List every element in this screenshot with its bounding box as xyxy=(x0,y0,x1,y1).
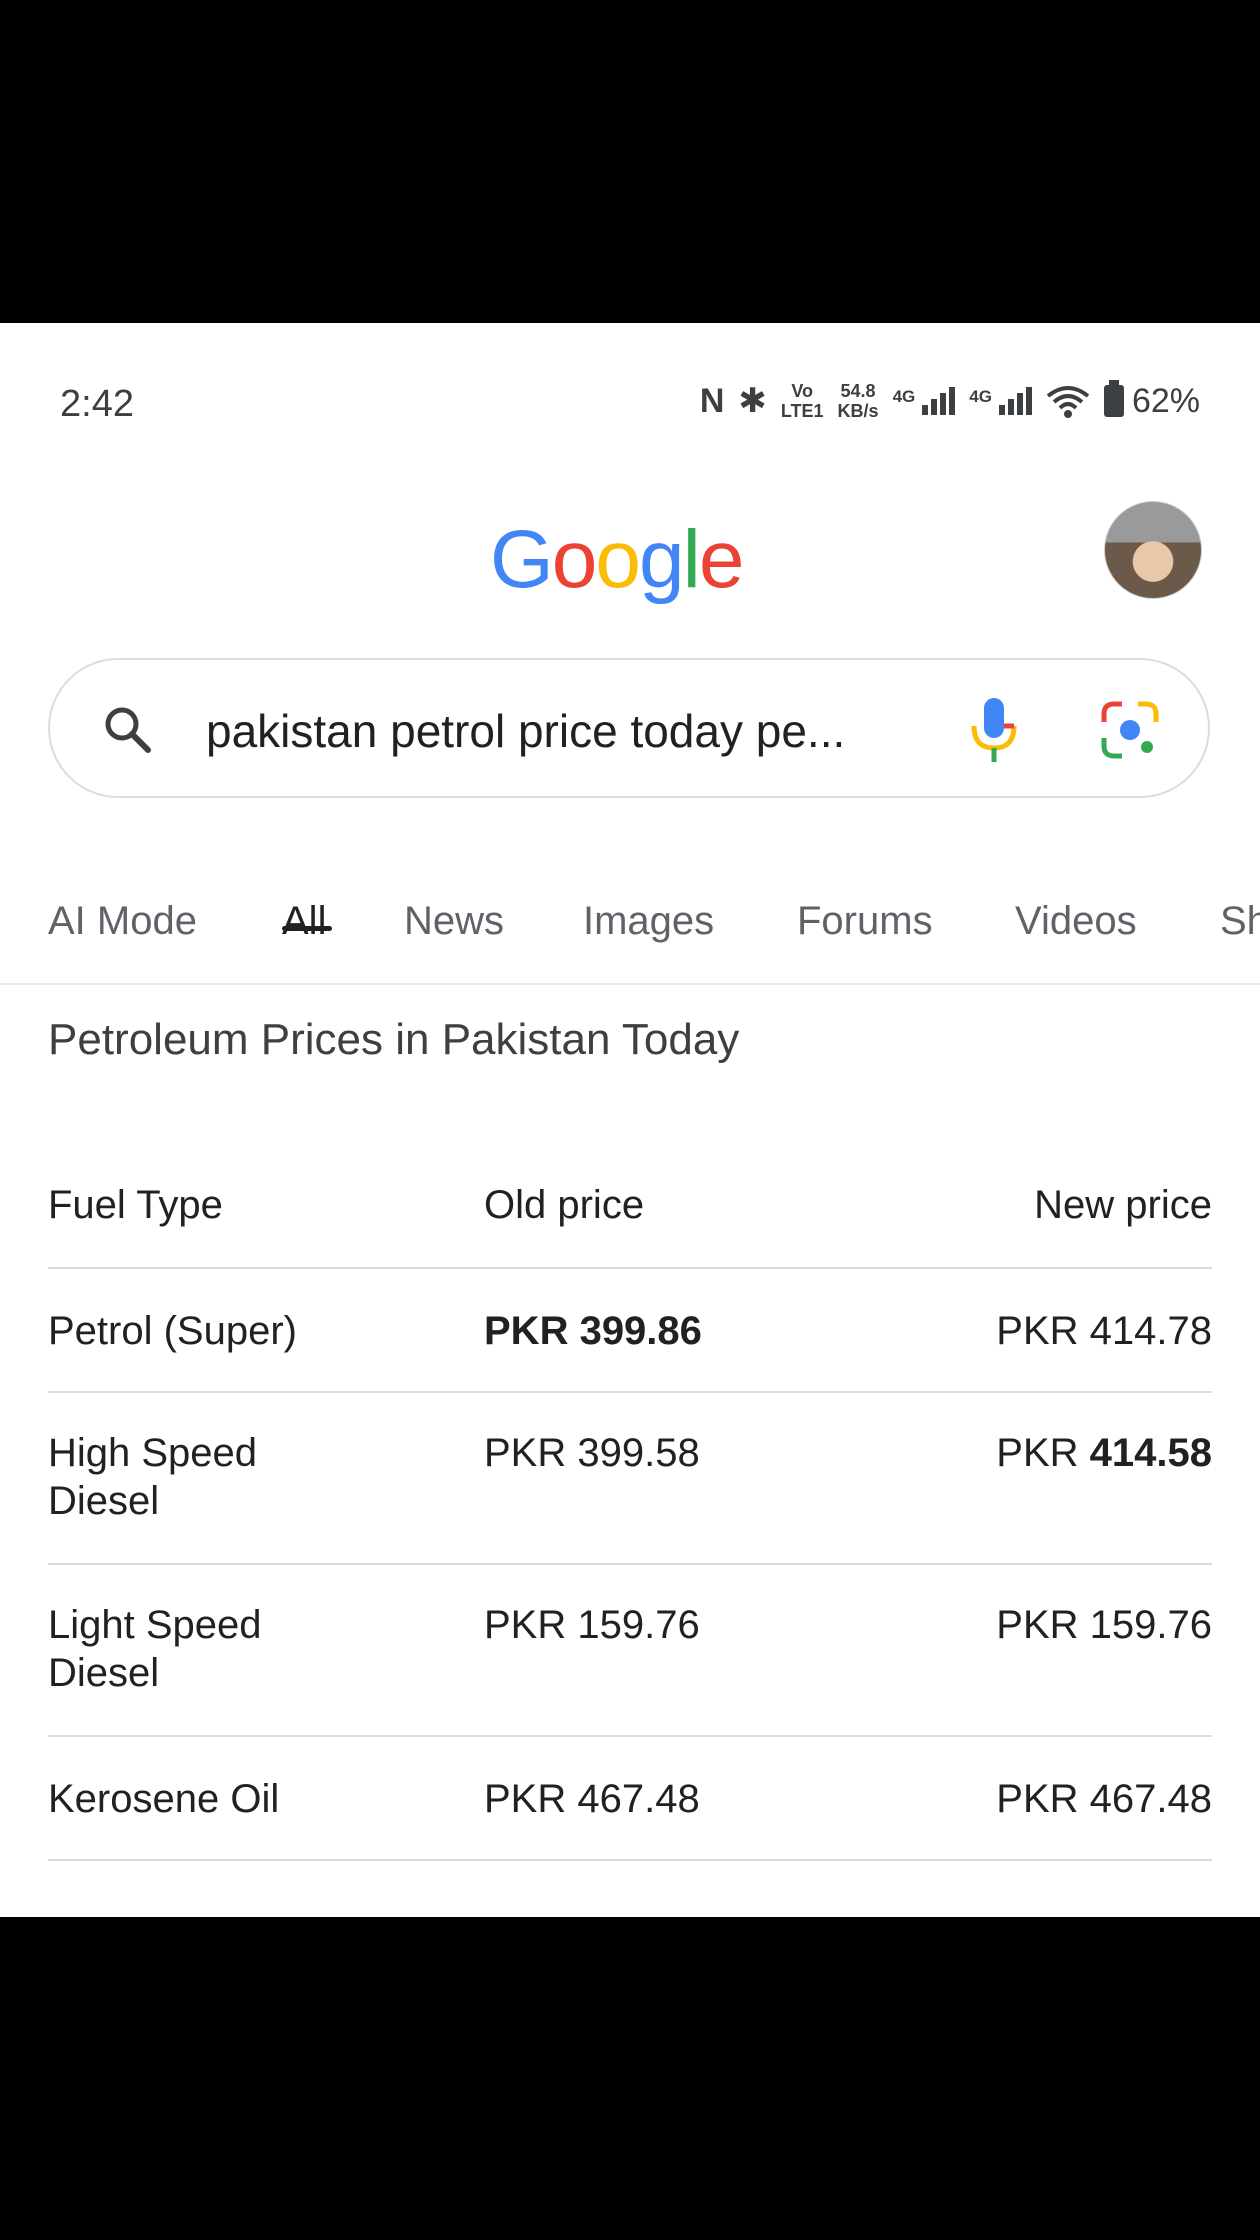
logo-letter: o xyxy=(595,514,641,605)
status-icons: N ✱ Vo LTE1 54.8 KB/s 4G 4G 62% xyxy=(699,380,1200,421)
tab-all[interactable]: All xyxy=(282,899,326,944)
network-speed: 54.8 KB/s xyxy=(838,381,879,421)
table-row: Kerosene Oil PKR 467.48 PKR 467.48 xyxy=(48,1737,1212,1861)
sim2-network-type: 4G xyxy=(969,387,992,406)
fuel-price-table: Fuel Type Old price New price Petrol (Su… xyxy=(48,1143,1212,1861)
new-price-cell: PKR 159.76 xyxy=(996,1603,1212,1647)
google-logo: Google xyxy=(490,513,745,607)
network-speed-value: 54.8 xyxy=(840,381,876,401)
signal-sim2-icon: 4G xyxy=(969,387,1032,415)
logo-letter: l xyxy=(682,514,701,605)
sim1-network-type: 4G xyxy=(892,387,916,406)
wifi-icon xyxy=(1046,386,1090,418)
fuel-type-cell: Light Speed Diesel xyxy=(48,1603,262,1695)
bluetooth-icon: ✱ xyxy=(738,382,767,420)
new-price-cell: PKR 414.58 xyxy=(996,1429,1212,1477)
tab-images[interactable]: Images xyxy=(583,899,714,944)
new-price-value: 414.58 xyxy=(1089,1431,1212,1475)
header-fuel-type: Fuel Type xyxy=(48,1183,223,1227)
new-price-cell: PKR 414.78 xyxy=(996,1309,1212,1353)
signal-sim1-icon: 4G xyxy=(893,387,956,415)
search-input[interactable]: pakistan petrol price today pe... xyxy=(206,704,845,758)
search-box[interactable]: pakistan petrol price today pe... xyxy=(48,658,1210,798)
tab-news[interactable]: News xyxy=(404,899,504,944)
table-row: High Speed Diesel PKR 399.58 PKR 414.58 xyxy=(48,1393,1212,1565)
table-row: Petrol (Super) PKR 399.86 PKR 414.78 xyxy=(48,1269,1212,1393)
phone-screen: 2:42 N ✱ Vo LTE1 54.8 KB/s 4G 4G 62% Goo… xyxy=(0,323,1260,1917)
table-header-row: Fuel Type Old price New price xyxy=(48,1143,1212,1269)
old-price-cell: PKR 399.58 xyxy=(484,1431,700,1475)
network-speed-unit: KB/s xyxy=(837,401,879,421)
volte-indicator: Vo LTE1 xyxy=(781,381,824,421)
battery-percent: 62% xyxy=(1131,381,1200,420)
active-tab-indicator xyxy=(282,926,332,931)
new-price-prefix: PKR xyxy=(996,1431,1090,1475)
fuel-type-cell: Petrol (Super) xyxy=(48,1309,297,1353)
tab-forums[interactable]: Forums xyxy=(797,899,933,944)
fuel-type-cell: High Speed Diesel xyxy=(48,1431,258,1523)
logo-letter: o xyxy=(551,514,598,605)
volte-top: Vo xyxy=(791,381,814,401)
old-price-cell: PKR 159.76 xyxy=(484,1603,700,1647)
status-time: 2:42 xyxy=(60,383,134,425)
logo-letter: e xyxy=(698,514,745,605)
tab-videos[interactable]: Videos xyxy=(1015,899,1137,944)
logo-letter: G xyxy=(490,514,554,605)
fuel-type-cell: Kerosene Oil xyxy=(48,1777,280,1821)
account-avatar[interactable] xyxy=(1104,501,1202,599)
logo-letter: g xyxy=(639,514,685,605)
nfc-icon: N xyxy=(699,381,725,420)
old-price-cell: PKR 399.86 xyxy=(484,1309,702,1353)
search-icon[interactable] xyxy=(102,704,152,754)
battery-indicator: 62% xyxy=(1103,380,1200,421)
tab-shopping[interactable]: Sh xyxy=(1220,899,1260,944)
volte-bottom: LTE1 xyxy=(780,401,824,421)
google-lens-icon[interactable] xyxy=(1100,700,1160,760)
search-tabs: AI Mode All News Images Forums Videos Sh xyxy=(0,863,1260,985)
microphone-icon[interactable] xyxy=(964,696,1024,764)
header-new-price: New price xyxy=(1034,1183,1212,1227)
table-row: Light Speed Diesel PKR 159.76 PKR 159.76 xyxy=(48,1565,1212,1737)
header-old-price: Old price xyxy=(484,1183,645,1227)
result-title: Petroleum Prices in Pakistan Today xyxy=(48,1015,740,1064)
old-price-cell: PKR 467.48 xyxy=(484,1777,700,1821)
battery-icon xyxy=(1103,380,1124,417)
tab-ai-mode[interactable]: AI Mode xyxy=(48,899,197,944)
new-price-cell: PKR 467.48 xyxy=(996,1777,1212,1821)
